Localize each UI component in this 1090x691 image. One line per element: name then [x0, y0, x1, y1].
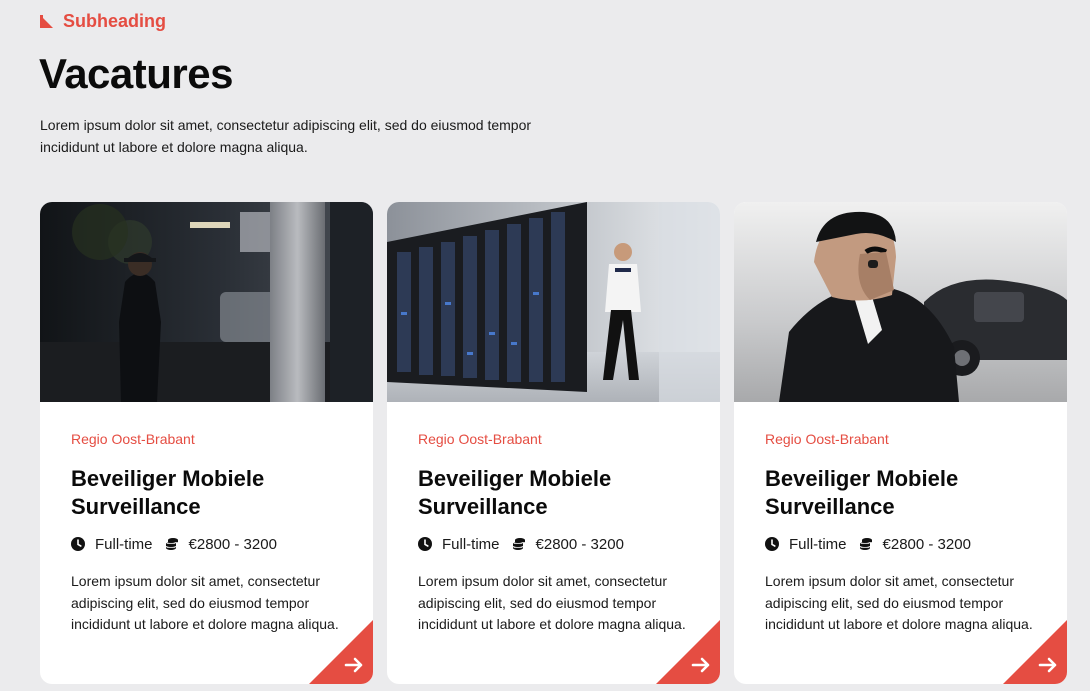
clock-icon [418, 537, 432, 551]
card-body: Regio Oost-Brabant Beveiliger Mobiele Su… [765, 431, 1043, 636]
card-title[interactable]: Beveiliger Mobiele Surveillance [765, 465, 1043, 521]
card-title[interactable]: Beveiliger Mobiele Surveillance [418, 465, 696, 521]
card-region: Regio Oost-Brabant [418, 431, 542, 447]
card-meta: Full-time €2800 - 3200 [71, 535, 349, 553]
vacancy-card[interactable]: Regio Oost-Brabant Beveiliger Mobiele Su… [40, 202, 373, 684]
card-employment-type: Full-time [789, 535, 847, 553]
card-salary: €2800 - 3200 [535, 535, 624, 553]
card-body: Regio Oost-Brabant Beveiliger Mobiele Su… [418, 431, 696, 636]
subheading-row: Subheading [40, 10, 166, 32]
card-employment-type: Full-time [442, 535, 500, 553]
card-arrow-button[interactable] [656, 620, 720, 684]
card-description: Lorem ipsum dolor sit amet, consectetur … [418, 573, 686, 632]
card-description: Lorem ipsum dolor sit amet, consectetur … [765, 573, 1033, 632]
page-title: Vacatures [39, 50, 233, 97]
intro-text: Lorem ipsum dolor sit amet, consectetur … [40, 117, 532, 155]
card-salary: €2800 - 3200 [882, 535, 971, 553]
clock-icon [765, 537, 779, 551]
vacancy-card[interactable]: Regio Oost-Brabant Beveiliger Mobiele Su… [734, 202, 1067, 684]
card-arrow-button[interactable] [1003, 620, 1067, 684]
card-meta: Full-time €2800 - 3200 [418, 535, 696, 553]
vacancy-cards: Regio Oost-Brabant Beveiliger Mobiele Su… [40, 202, 1067, 684]
coins-icon [165, 538, 178, 550]
subheading: Subheading [63, 11, 166, 31]
coins-icon [512, 538, 525, 550]
card-title[interactable]: Beveiliger Mobiele Surveillance [71, 465, 349, 521]
card-arrow-button[interactable] [309, 620, 373, 684]
card-region: Regio Oost-Brabant [765, 431, 889, 447]
card-meta: Full-time €2800 - 3200 [765, 535, 1043, 553]
security-guard-night-photo [40, 202, 373, 402]
card-description: Lorem ipsum dolor sit amet, consectetur … [71, 573, 339, 632]
vacancy-card[interactable]: Regio Oost-Brabant Beveiliger Mobiele Su… [387, 202, 720, 684]
coins-icon [859, 538, 872, 550]
card-employment-type: Full-time [95, 535, 153, 553]
card-region: Regio Oost-Brabant [71, 431, 195, 447]
vacatures-section: Subheading Vacatures Lorem ipsum dolor s… [0, 0, 1090, 691]
corner-triangle-icon [40, 14, 53, 28]
bodyguard-earpiece-photo [734, 202, 1067, 402]
card-salary: €2800 - 3200 [188, 535, 277, 553]
clock-icon [71, 537, 85, 551]
datacenter-guard-photo [387, 202, 720, 402]
card-body: Regio Oost-Brabant Beveiliger Mobiele Su… [71, 431, 349, 636]
